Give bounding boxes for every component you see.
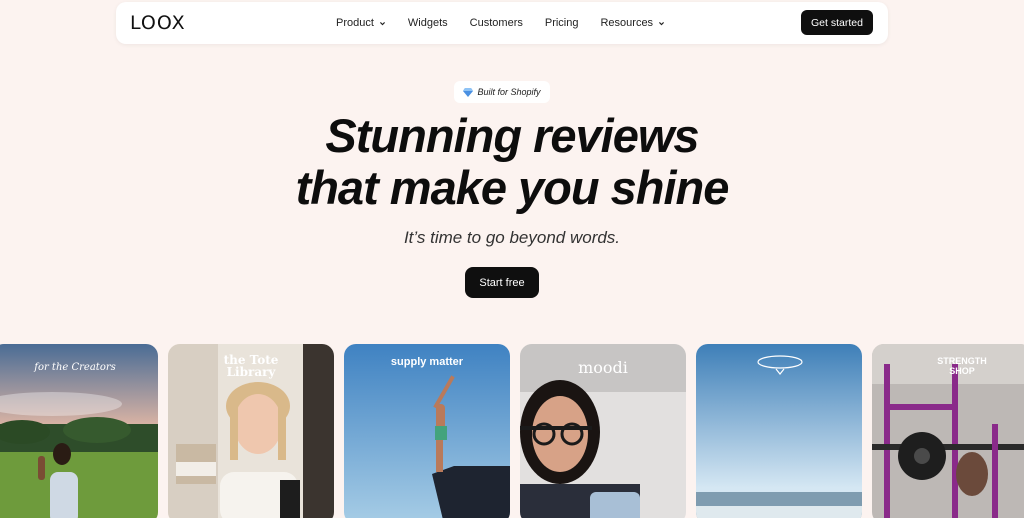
chevron-down-icon bbox=[659, 21, 665, 25]
headline-line-1: Stunning reviews bbox=[325, 109, 699, 162]
nav-pricing[interactable]: Pricing bbox=[545, 17, 579, 29]
card-brand-creators: for the Creators bbox=[34, 362, 116, 373]
review-card-strength-shop[interactable]: STRENGTH SHOP bbox=[872, 344, 1024, 518]
nav-links: Product Widgets Customers Pricing Resour… bbox=[336, 2, 687, 44]
review-card-tote-library[interactable]: the Tote Library bbox=[168, 344, 334, 518]
review-card-beach[interactable] bbox=[696, 344, 862, 518]
nav-resources[interactable]: Resources bbox=[600, 17, 665, 29]
start-free-button[interactable]: Start free bbox=[465, 267, 539, 298]
nav-product[interactable]: Product bbox=[336, 17, 386, 29]
nav-product-label: Product bbox=[336, 17, 374, 29]
review-card-supply-matter[interactable]: supply matter bbox=[344, 344, 510, 518]
supply-matter-video-thumbnail bbox=[344, 344, 510, 518]
nav-pricing-label: Pricing bbox=[544, 17, 579, 29]
get-started-button[interactable]: Get started bbox=[801, 10, 873, 35]
chevron-down-icon bbox=[379, 21, 385, 25]
hero-headline: Stunning reviews that make you shine bbox=[0, 110, 1024, 214]
beach-video-thumbnail bbox=[696, 344, 862, 518]
review-card-moodi[interactable]: moodi bbox=[520, 344, 686, 518]
badge-label: Built for Shopify bbox=[477, 87, 541, 97]
card-brand-strength-shop: STRENGTH SHOP bbox=[937, 356, 987, 376]
top-navbar: LOOX Product Widgets Customers Pricing R… bbox=[116, 2, 888, 44]
diamond-icon bbox=[463, 87, 474, 97]
nav-widgets-label: Widgets bbox=[407, 17, 448, 29]
loox-logo[interactable]: LOOX bbox=[130, 12, 186, 34]
headline-line-2: that make you shine bbox=[295, 161, 730, 214]
card-brand-tote-library: the Tote Library bbox=[223, 353, 279, 379]
card-brand-moodi: moodi bbox=[578, 358, 628, 377]
nav-resources-label: Resources bbox=[600, 17, 654, 29]
review-card-creators[interactable]: for the Creators bbox=[0, 344, 158, 518]
shopify-badge: Built for Shopify bbox=[454, 81, 550, 103]
nav-customers[interactable]: Customers bbox=[470, 17, 523, 29]
card-brand-supply-matter: supply matter bbox=[390, 356, 464, 368]
nav-widgets[interactable]: Widgets bbox=[408, 17, 448, 29]
hero-subhead: It’s time to go beyond words. bbox=[403, 228, 621, 247]
nav-customers-label: Customers bbox=[469, 17, 523, 29]
